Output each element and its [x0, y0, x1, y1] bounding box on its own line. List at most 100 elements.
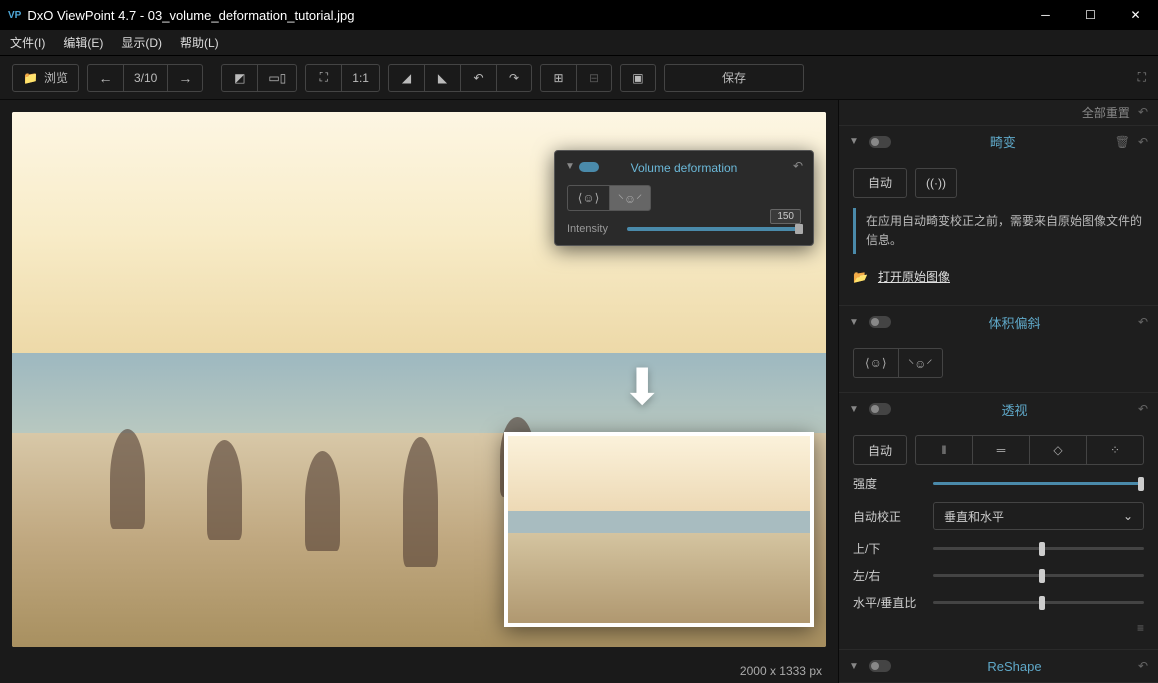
- person-d-icon: ⸌☺⸍: [618, 190, 642, 207]
- compare-side-button[interactable]: ◩: [221, 64, 257, 92]
- reset-icon[interactable]: ↶: [1138, 315, 1148, 329]
- guides-icon: ⊟: [589, 71, 599, 85]
- menu-help[interactable]: 帮助(L): [180, 34, 219, 51]
- crop-button[interactable]: ▣: [620, 64, 656, 92]
- person-d-icon: ⸌☺⸍: [908, 355, 932, 372]
- arrow-left-icon: ←: [98, 70, 112, 86]
- perspective-tool-vertical[interactable]: ‖: [915, 435, 972, 465]
- guides-button[interactable]: ⊟: [576, 64, 612, 92]
- distortion-auto-button[interactable]: 自动: [853, 168, 907, 198]
- maximize-button[interactable]: ☐: [1068, 0, 1113, 30]
- reset-icon[interactable]: ↶: [1138, 659, 1148, 673]
- flip-v-button[interactable]: ◣: [424, 64, 460, 92]
- panel-reshape-header[interactable]: ▼ ReShape ↶: [839, 650, 1158, 682]
- trash-icon[interactable]: 🗑: [1115, 135, 1130, 149]
- window-title: DxO ViewPoint 4.7 - 03_volume_deformatio…: [27, 8, 1023, 23]
- perspective-tool-8point[interactable]: ⁘: [1086, 435, 1144, 465]
- fit-icon: ⛶: [320, 70, 328, 85]
- perspective-tool-horizontal[interactable]: ═: [972, 435, 1029, 465]
- person-h-icon: ⟨☺⟩: [865, 356, 887, 370]
- distortion-toggle[interactable]: [869, 136, 891, 148]
- panel-reshape: ▼ ReShape ↶: [839, 650, 1158, 683]
- panel-distortion-header[interactable]: ▼ 畸变 🗑↶: [839, 126, 1158, 158]
- panel-title: ReShape: [899, 659, 1130, 674]
- menu-bar: 文件(I) 编辑(E) 显示(D) 帮助(L): [0, 30, 1158, 56]
- browse-label: 浏览: [44, 69, 68, 86]
- chevron-down-icon: ▼: [849, 404, 861, 415]
- overlay-toggle[interactable]: [579, 162, 599, 172]
- fullscreen-button[interactable]: ⛶: [1138, 70, 1146, 85]
- horizontal-lines-icon: ═: [997, 443, 1006, 457]
- open-original-link[interactable]: 📂 打开原始图像: [853, 262, 1144, 291]
- person-h-icon: ⟨☺⟩: [578, 191, 600, 205]
- reshape-toggle[interactable]: [869, 660, 891, 672]
- reset-icon[interactable]: ↶: [1138, 135, 1148, 149]
- reset-all-button[interactable]: 全部重置: [1082, 104, 1130, 121]
- rotate-right-button[interactable]: ↷: [496, 64, 532, 92]
- flip-h-icon: ◢: [402, 71, 411, 85]
- perspective-tool-rect[interactable]: ◇: [1029, 435, 1086, 465]
- overlay-reset-button[interactable]: ↶: [793, 159, 803, 173]
- toolbar: 📁 浏览 ← 3/10 → ◩ ▭▯ ⛶ 1:1 ◢ ◣ ↶ ↷ ⊞ ⊟ ▣ 保…: [0, 56, 1158, 100]
- grid-button[interactable]: ⊞: [540, 64, 576, 92]
- chevron-down-icon: ▼: [849, 317, 861, 328]
- reset-icon[interactable]: ↶: [1138, 402, 1148, 416]
- panel-perspective-header[interactable]: ▼ 透视 ↶: [839, 393, 1158, 425]
- zoom-11-button[interactable]: 1:1: [341, 64, 380, 92]
- volume-mode-h-button[interactable]: ⟨☺⟩: [853, 348, 898, 378]
- auto-correct-value: 垂直和水平: [944, 508, 1004, 525]
- vertical-lines-icon: ‖: [942, 443, 947, 457]
- menu-edit[interactable]: 编辑(E): [63, 34, 103, 51]
- compare-side-icon: ◩: [234, 71, 245, 85]
- perspective-intensity-slider[interactable]: [933, 482, 1144, 485]
- compare-split-button[interactable]: ▭▯: [257, 64, 297, 92]
- flip-h-button[interactable]: ◢: [388, 64, 424, 92]
- intensity-slider[interactable]: 150: [627, 227, 801, 231]
- folder-icon: 📁: [23, 71, 38, 85]
- open-original-label: 打开原始图像: [878, 268, 950, 285]
- intensity-value: 150: [770, 209, 801, 224]
- panel-distortion: ▼ 畸变 🗑↶ 自动 ((·)) 在应用自动畸变校正之前，需要来自原始图像文件的…: [839, 126, 1158, 306]
- folder-open-icon: 📂: [853, 270, 868, 284]
- rotate-left-icon: ↶: [473, 71, 483, 85]
- volume-mode-d-button[interactable]: ⸌☺⸍: [898, 348, 944, 378]
- volume-diagonal-button[interactable]: ⸌☺⸍: [609, 185, 651, 211]
- menu-display[interactable]: 显示(D): [121, 34, 162, 51]
- image-viewer: ▼ ↶ Volume deformation ⟨☺⟩ ⸌☺⸍ Intensity…: [0, 100, 838, 683]
- volume-horizontal-button[interactable]: ⟨☺⟩: [567, 185, 609, 211]
- next-button[interactable]: →: [167, 64, 203, 92]
- chevron-down-icon: ▼: [849, 661, 861, 672]
- chevron-down-icon: ⌄: [1123, 509, 1133, 523]
- crop-icon: ▣: [632, 71, 643, 85]
- distortion-manual-button[interactable]: ((·)): [915, 168, 957, 198]
- distortion-info: 在应用自动畸变校正之前，需要来自原始图像文件的信息。: [853, 208, 1144, 254]
- undo-icon[interactable]: ↶: [1138, 105, 1148, 119]
- ratio-slider[interactable]: [933, 601, 1144, 604]
- chevron-down-icon[interactable]: ▼: [565, 161, 575, 172]
- minimize-button[interactable]: ─: [1023, 0, 1068, 30]
- updown-slider[interactable]: [933, 547, 1144, 550]
- more-icon[interactable]: ≡: [1137, 621, 1144, 635]
- fit-button[interactable]: ⛶: [305, 64, 341, 92]
- leftright-slider[interactable]: [933, 574, 1144, 577]
- rotate-left-button[interactable]: ↶: [460, 64, 496, 92]
- panel-perspective: ▼ 透视 ↶ 自动 ‖ ═ ◇ ⁘ 强度: [839, 393, 1158, 650]
- perspective-auto-button[interactable]: 自动: [853, 435, 907, 465]
- save-button[interactable]: 保存: [664, 64, 804, 92]
- arrow-down-icon: ⬇: [621, 358, 663, 416]
- panel-title: 畸变: [899, 132, 1107, 151]
- browse-button[interactable]: 📁 浏览: [12, 64, 79, 92]
- auto-correct-select[interactable]: 垂直和水平 ⌄: [933, 502, 1144, 530]
- close-button[interactable]: ✕: [1113, 0, 1158, 30]
- volume-toggle[interactable]: [869, 316, 891, 328]
- prev-button[interactable]: ←: [87, 64, 123, 92]
- panel-volume-header[interactable]: ▼ 体积偏斜 ↶: [839, 306, 1158, 338]
- menu-file[interactable]: 文件(I): [10, 34, 45, 51]
- sidebar: 全部重置 ↶ ▼ 畸变 🗑 ↶ 自动 ((·)) 在应用自动畸变校正之前，需要来自…: [838, 100, 1158, 683]
- compare-split-icon: ▭▯: [268, 71, 286, 85]
- flip-v-icon: ◣: [438, 71, 447, 85]
- canvas[interactable]: ▼ ↶ Volume deformation ⟨☺⟩ ⸌☺⸍ Intensity…: [12, 112, 826, 647]
- arrow-right-icon: →: [178, 70, 192, 86]
- perspective-toggle[interactable]: [869, 403, 891, 415]
- points-icon: ⁘: [1110, 443, 1120, 457]
